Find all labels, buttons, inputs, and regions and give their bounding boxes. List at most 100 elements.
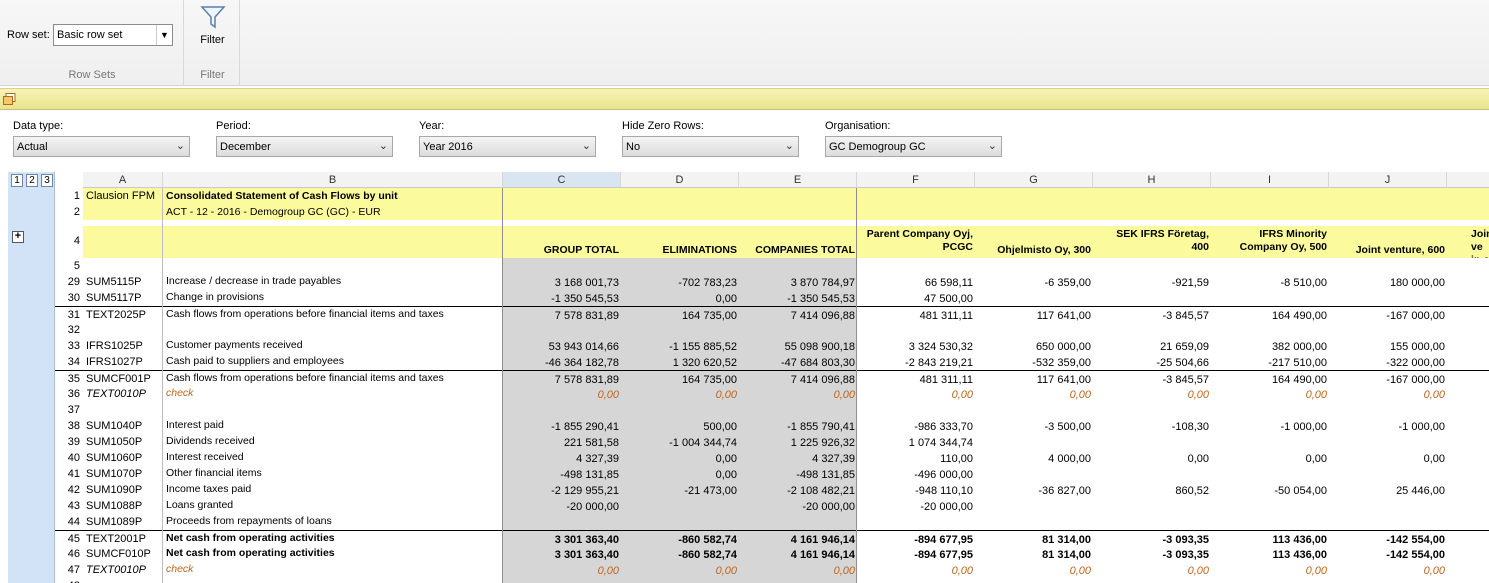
row-description[interactable]: Proceeds from repayments of loans [163,514,503,530]
account-code[interactable] [83,402,163,418]
value-cell-d[interactable]: 0,00 [621,290,739,306]
column-header-h[interactable]: H [1093,172,1211,188]
value-cell-e[interactable]: 4 161 946,14 [739,531,857,546]
value-cell-g[interactable]: 117 641,00 [975,307,1093,322]
value-cell-f[interactable]: -894 677,95 [857,531,975,546]
year-select[interactable]: Year 2016 ⌄ [419,136,596,157]
row-description[interactable]: Net cash from operating activities [163,546,503,562]
row-number[interactable]: 44 [55,516,80,528]
organisation-select[interactable]: GC Demogroup GC ⌄ [825,136,1002,157]
value-cell-j[interactable]: 0,00 [1329,450,1447,466]
value-cell-c[interactable]: -1 855 290,41 [503,418,621,434]
value-cell-c[interactable]: 3 301 363,40 [503,531,621,546]
row-number[interactable]: 4 [55,235,80,247]
value-cell-j[interactable] [1329,322,1447,338]
value-cell-c[interactable]: -1 350 545,53 [503,290,621,306]
report-icon[interactable] [3,93,16,105]
account-code[interactable]: SUMCF001P [83,371,163,386]
value-cell-e[interactable]: 1 225 926,32 [739,434,857,450]
account-code[interactable]: TEXT2001P [83,531,163,546]
period-select[interactable]: December ⌄ [216,136,393,157]
value-cell-d[interactable]: -702 783,23 [621,274,739,290]
value-cell-i[interactable]: 164 490,00 [1211,307,1329,322]
hide-zero-rows-select[interactable]: No ⌄ [622,136,799,157]
column-header-g[interactable]: G [975,172,1093,188]
value-cell-d[interactable] [621,498,739,514]
value-cell-i[interactable]: -1 000,00 [1211,418,1329,434]
value-cell-e[interactable]: 7 414 096,88 [739,307,857,322]
value-cell-c[interactable]: 0,00 [503,562,621,578]
value-cell-g[interactable] [975,578,1093,583]
value-cell-h[interactable] [1093,498,1211,514]
account-code[interactable]: SUM1040P [83,418,163,434]
value-cell-i[interactable]: -8 510,00 [1211,274,1329,290]
value-cell-h[interactable] [1093,402,1211,418]
value-cell-f[interactable]: 3 324 530,32 [857,338,975,354]
data-type-select[interactable]: Actual ⌄ [13,136,190,157]
value-cell-c[interactable] [503,514,621,530]
row-number[interactable]: 37 [55,404,80,416]
row-description[interactable]: Dividends received [163,434,503,450]
value-cell-f[interactable]: -20 000,00 [857,498,975,514]
dropdown-arrow-icon[interactable]: ▼ [156,25,172,45]
account-code[interactable]: SUM1090P [83,482,163,498]
value-cell-f[interactable]: -948 110,10 [857,482,975,498]
value-cell-e[interactable]: 3 870 784,97 [739,274,857,290]
gray-cell[interactable] [503,258,621,274]
value-cell-i[interactable] [1211,290,1329,306]
value-cell-g[interactable]: 81 314,00 [975,546,1093,562]
value-cell-h[interactable] [1093,466,1211,482]
value-cell-c[interactable]: -46 364 182,78 [503,354,621,370]
value-cell-g[interactable] [975,514,1093,530]
row-number[interactable]: 35 [55,373,80,385]
value-cell-e[interactable] [739,578,857,583]
row-number[interactable]: 32 [55,324,80,336]
value-cell-e[interactable]: -47 684 803,30 [739,354,857,370]
row-number[interactable]: 36 [55,388,80,400]
value-cell-j[interactable]: -322 000,00 [1329,354,1447,370]
value-cell-i[interactable]: 164 490,00 [1211,371,1329,386]
value-cell-h[interactable]: -3 093,35 [1093,546,1211,562]
value-cell-i[interactable]: 113 436,00 [1211,531,1329,546]
account-code[interactable] [83,578,163,583]
account-code[interactable]: IFRS1027P [83,354,163,370]
value-cell-g[interactable]: -3 500,00 [975,418,1093,434]
value-cell-d[interactable]: 500,00 [621,418,739,434]
value-cell-e[interactable] [739,322,857,338]
value-cell-i[interactable]: 0,00 [1211,386,1329,402]
row-number[interactable]: 31 [55,309,80,321]
value-cell-d[interactable] [621,514,739,530]
value-cell-j[interactable] [1329,466,1447,482]
gray-cell[interactable] [621,258,739,274]
value-cell-h[interactable] [1093,290,1211,306]
row-description[interactable]: Cash flows from operations before financ… [163,371,503,386]
row-description[interactable]: Loans granted [163,498,503,514]
value-cell-f[interactable]: -496 000,00 [857,466,975,482]
value-cell-f[interactable]: -986 333,70 [857,418,975,434]
row-description[interactable] [163,402,503,418]
outline-level-2-button[interactable]: 2 [26,174,38,187]
value-cell-g[interactable]: -532 359,00 [975,354,1093,370]
value-cell-c[interactable]: 0,00 [503,386,621,402]
value-cell-g[interactable] [975,498,1093,514]
value-cell-g[interactable]: -6 359,00 [975,274,1093,290]
row-description[interactable]: Change in provisions [163,290,503,306]
value-cell-c[interactable]: 53 943 014,66 [503,338,621,354]
value-cell-i[interactable]: 113 436,00 [1211,546,1329,562]
account-code[interactable]: SUM5115P [83,274,163,290]
value-cell-g[interactable]: 81 314,00 [975,531,1093,546]
value-cell-f[interactable]: 66 598,11 [857,274,975,290]
row-description[interactable]: Cash flows from operations before financ… [163,307,503,322]
row-number[interactable]: 1 [55,190,80,202]
value-cell-j[interactable]: -167 000,00 [1329,307,1447,322]
value-cell-d[interactable]: 0,00 [621,562,739,578]
outline-level-1-button[interactable]: 1 [11,174,23,187]
value-cell-h[interactable]: 0,00 [1093,386,1211,402]
account-code[interactable] [83,322,163,338]
value-cell-d[interactable] [621,402,739,418]
value-cell-f[interactable] [857,578,975,583]
value-cell-g[interactable]: 4 000,00 [975,450,1093,466]
row-description[interactable]: Other financial items [163,466,503,482]
value-cell-j[interactable]: -142 554,00 [1329,531,1447,546]
value-cell-i[interactable] [1211,322,1329,338]
